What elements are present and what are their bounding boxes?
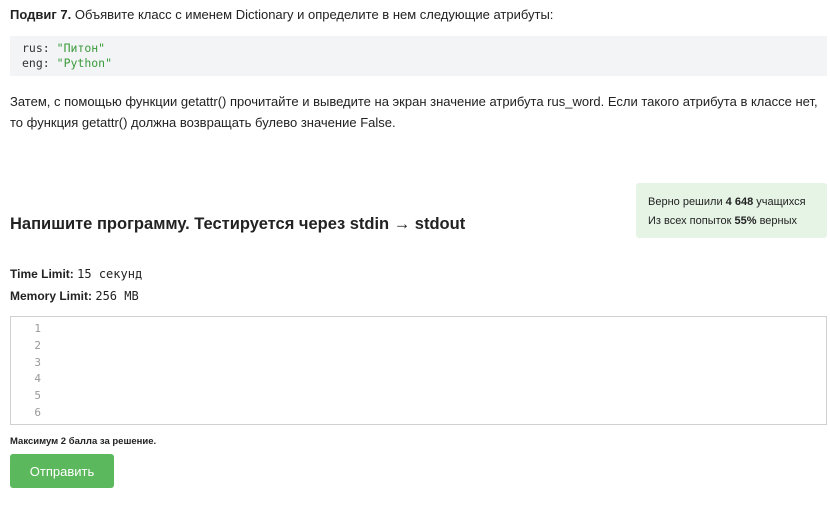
memory-limit: Memory Limit: 256 MB	[10, 285, 142, 307]
memory-limit-value: 256 MB	[95, 289, 139, 303]
code-value: "Python"	[56, 56, 113, 70]
solved-suffix: учащихся	[753, 196, 806, 208]
line-number-gutter: 1 2 3 4 5 6	[11, 321, 41, 422]
time-limit-value: 15 секунд	[77, 267, 143, 281]
line-number: 2	[34, 338, 41, 352]
code-sep: :	[42, 41, 57, 55]
task-text: Объявите класс с именем Dictionary и опр…	[71, 7, 554, 22]
task-description: Затем, с помощью функции getattr() прочи…	[10, 94, 818, 130]
code-example: rus: "Питон" eng: "Python"	[10, 36, 827, 76]
limits: Time Limit: 15 секунд Memory Limit: 256 …	[10, 263, 142, 307]
code-key: eng	[22, 56, 43, 70]
attempts-prefix: Из всех попыток	[648, 215, 735, 227]
line-number: 3	[34, 355, 41, 369]
solved-count: 4 648	[725, 196, 754, 208]
memory-limit-label: Memory Limit:	[10, 289, 93, 303]
time-limit: Time Limit: 15 секунд	[10, 263, 142, 285]
code-input-area[interactable]	[47, 321, 822, 420]
stats-panel: Верно решили 4 648 учащихся Из всех попы…	[636, 183, 827, 238]
attempts-stat: Из всех попыток 55% верных	[648, 212, 815, 231]
attempts-suffix: верных	[756, 215, 798, 227]
code-key: rus	[22, 41, 43, 55]
code-value: "Питон"	[56, 41, 106, 55]
task-statement: Подвиг 7. Объявите класс с именем Dictio…	[10, 6, 822, 24]
line-number: 1	[34, 322, 41, 335]
task-label: Подвиг 7.	[10, 7, 72, 22]
solved-stat: Верно решили 4 648 учащихся	[648, 193, 815, 212]
code-line: rus: "Питон"	[22, 41, 815, 56]
line-number: 5	[34, 389, 41, 403]
line-number: 6	[34, 405, 41, 419]
max-score-note: Максимум 2 балла за решение.	[10, 436, 157, 447]
code-sep: :	[42, 56, 57, 70]
solved-prefix: Верно решили	[648, 196, 726, 208]
attempts-percent: 55%	[734, 215, 757, 227]
line-number: 4	[34, 372, 41, 386]
submit-button[interactable]: Отправить	[10, 454, 114, 488]
time-limit-label: Time Limit:	[10, 267, 74, 281]
code-editor[interactable]: 1 2 3 4 5 6	[10, 316, 827, 425]
code-line: eng: "Python"	[22, 56, 815, 71]
section-heading: Напишите программу. Тестируется через st…	[10, 215, 466, 233]
